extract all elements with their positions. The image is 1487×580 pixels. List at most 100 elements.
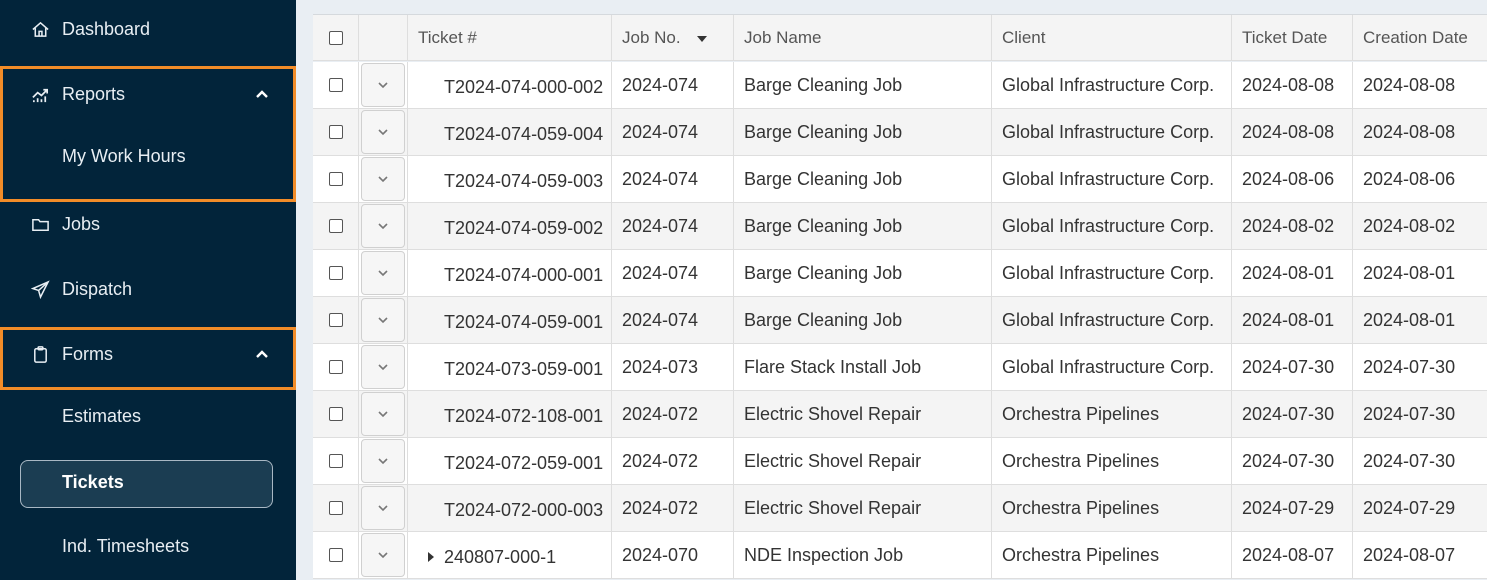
cell-ticket-number[interactable]: T2024-074-059-003: [408, 156, 612, 202]
cell-client: Orchestra Pipelines: [992, 438, 1232, 484]
sidebar-item-tickets[interactable]: Tickets: [62, 472, 124, 493]
table-row[interactable]: T2024-074-000-002 2024-074 Barge Cleaning …: [313, 62, 1487, 109]
cell-ticket-number[interactable]: T2024-073-059-001: [408, 344, 612, 390]
row-expand-cell[interactable]: [359, 391, 408, 437]
sidebar-item-reports[interactable]: Reports: [0, 79, 296, 109]
cell-job-name: Barge Cleaning Job: [734, 62, 992, 108]
header-job-no[interactable]: Job No.: [612, 15, 734, 60]
header-ticket-date[interactable]: Ticket Date: [1232, 15, 1353, 60]
header-client[interactable]: Client: [992, 15, 1232, 60]
cell-ticket-number[interactable]: T2024-074-059-001: [408, 297, 612, 343]
sidebar-item-tickets-active[interactable]: [20, 460, 273, 508]
row-expand-cell[interactable]: [359, 109, 408, 155]
row-expand-button[interactable]: [361, 110, 405, 154]
row-checkbox-cell[interactable]: [313, 438, 359, 484]
chevron-down-icon: [378, 317, 388, 324]
row-checkbox-cell[interactable]: [313, 156, 359, 202]
row-checkbox[interactable]: [328, 501, 343, 515]
row-expand-button[interactable]: [361, 486, 405, 530]
table-row[interactable]: T2024-074-059-004 2024-074 Barge Cleaning …: [313, 109, 1487, 156]
cell-job-name: Flare Stack Install Job: [734, 344, 992, 390]
cell-creation-date: 2024-08-08: [1353, 62, 1487, 108]
row-checkbox-cell[interactable]: [313, 109, 359, 155]
table-row[interactable]: T2024-072-108-001 2024-072 Electric Shovel…: [313, 391, 1487, 438]
row-checkbox-cell[interactable]: [313, 250, 359, 296]
sort-descending-icon[interactable]: [696, 36, 707, 42]
table-row[interactable]: T2024-072-000-003 2024-072 Electric Shovel…: [313, 485, 1487, 532]
row-checkbox-cell[interactable]: [313, 391, 359, 437]
cell-ticket-number[interactable]: T2024-074-000-001: [408, 250, 612, 296]
row-checkbox-cell[interactable]: [313, 203, 359, 249]
sidebar-item-ind-timesheets[interactable]: Ind. Timesheets: [62, 536, 189, 557]
row-checkbox[interactable]: [328, 219, 343, 233]
client-name: Global Infrastructure Corp.: [1002, 74, 1215, 95]
cell-ticket-number[interactable]: T2024-072-059-001: [408, 438, 612, 484]
row-checkbox[interactable]: [328, 548, 343, 562]
row-checkbox-cell[interactable]: [313, 532, 359, 578]
row-expand-button[interactable]: [361, 298, 405, 342]
sidebar-item-dispatch[interactable]: Dispatch: [0, 274, 296, 304]
table-row[interactable]: T2024-074-059-003 2024-074 Barge Cleaning …: [313, 156, 1487, 203]
client-name: Global Infrastructure Corp.: [1002, 356, 1215, 377]
sidebar-item-estimates[interactable]: Estimates: [62, 406, 141, 427]
row-expand-button[interactable]: [361, 533, 405, 577]
sidebar-item-dashboard[interactable]: Dashboard: [0, 14, 296, 44]
job-no: 2024-070: [622, 544, 699, 565]
row-expand-button[interactable]: [361, 204, 405, 248]
row-checkbox-cell[interactable]: [313, 297, 359, 343]
cell-ticket-number[interactable]: T2024-074-059-002: [408, 203, 612, 249]
row-checkbox-cell[interactable]: [313, 485, 359, 531]
cell-job-no: 2024-074: [612, 156, 734, 202]
row-checkbox-cell[interactable]: [313, 62, 359, 108]
table-row[interactable]: T2024-074-000-001 2024-074 Barge Cleaning …: [313, 250, 1487, 297]
header-ticket-number[interactable]: Ticket #: [408, 15, 612, 60]
cell-ticket-number[interactable]: T2024-072-000-003: [408, 485, 612, 531]
sidebar-item-forms[interactable]: Forms: [0, 339, 296, 369]
row-checkbox[interactable]: [328, 407, 343, 421]
row-checkbox[interactable]: [328, 360, 343, 374]
row-checkbox[interactable]: [328, 454, 343, 468]
select-all-checkbox[interactable]: [328, 30, 343, 45]
row-checkbox[interactable]: [328, 78, 343, 92]
row-expand-cell[interactable]: [359, 203, 408, 249]
table-row[interactable]: T2024-072-059-001 2024-072 Electric Shovel…: [313, 438, 1487, 485]
chevron-up-icon[interactable]: [254, 86, 270, 102]
expand-tree-icon[interactable]: [428, 552, 434, 562]
row-expand-button[interactable]: [361, 392, 405, 436]
select-all-checkbox-cell[interactable]: [313, 15, 359, 60]
row-expand-cell[interactable]: [359, 485, 408, 531]
row-expand-cell[interactable]: [359, 438, 408, 484]
row-checkbox[interactable]: [328, 266, 343, 280]
header-creation-date[interactable]: Creation Date: [1353, 15, 1487, 60]
table-row[interactable]: T2024-073-059-001 2024-073 Flare Stack Ins…: [313, 344, 1487, 391]
table-row[interactable]: 240807-000-1 2024-070 NDE Inspection Job Or…: [313, 532, 1487, 579]
row-expand-button[interactable]: [361, 345, 405, 389]
row-checkbox[interactable]: [328, 313, 343, 327]
row-expand-cell[interactable]: [359, 344, 408, 390]
cell-ticket-number[interactable]: T2024-074-059-004: [408, 109, 612, 155]
row-checkbox[interactable]: [328, 172, 343, 186]
sidebar-item-jobs[interactable]: Jobs: [0, 209, 296, 239]
creation-date: 2024-07-29: [1363, 497, 1456, 518]
row-expand-cell[interactable]: [359, 297, 408, 343]
row-expand-button[interactable]: [361, 63, 405, 107]
row-expand-button[interactable]: [361, 439, 405, 483]
cell-ticket-number[interactable]: T2024-072-108-001: [408, 391, 612, 437]
job-no: 2024-073: [622, 356, 699, 377]
chevron-up-icon[interactable]: [254, 346, 270, 362]
row-checkbox[interactable]: [328, 125, 343, 139]
cell-ticket-number[interactable]: 240807-000-1: [408, 532, 612, 578]
cell-ticket-number[interactable]: T2024-074-000-002: [408, 62, 612, 108]
table-row[interactable]: T2024-074-059-002 2024-074 Barge Cleaning …: [313, 203, 1487, 250]
row-expand-cell[interactable]: [359, 62, 408, 108]
table-row[interactable]: T2024-074-059-001 2024-074 Barge Cleaning …: [313, 297, 1487, 344]
sidebar-item-my-work-hours[interactable]: My Work Hours: [62, 146, 186, 167]
row-expand-button[interactable]: [361, 157, 405, 201]
row-checkbox-cell[interactable]: [313, 344, 359, 390]
row-expand-button[interactable]: [361, 251, 405, 295]
row-expand-cell[interactable]: [359, 250, 408, 296]
row-expand-cell[interactable]: [359, 156, 408, 202]
row-expand-cell[interactable]: [359, 532, 408, 578]
chevron-down-icon: [378, 176, 388, 183]
header-job-name[interactable]: Job Name: [734, 15, 992, 60]
